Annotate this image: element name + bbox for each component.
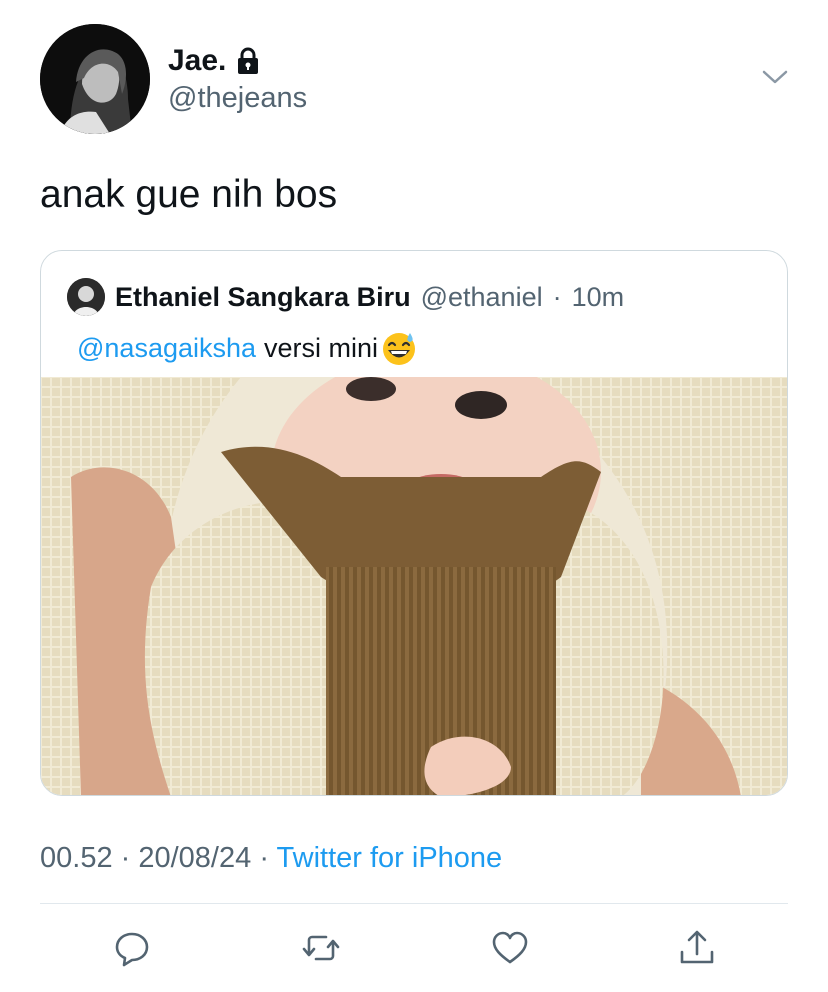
quoted-tweet-card[interactable]: Ethaniel Sangkara Biru @ethaniel · 10m @… bbox=[40, 250, 788, 796]
share-icon[interactable] bbox=[677, 928, 717, 968]
tweet-time: 00.52 bbox=[40, 842, 113, 874]
chevron-down-icon[interactable] bbox=[760, 66, 790, 88]
quoted-tweet-header: Ethaniel Sangkara Biru @ethaniel · 10m bbox=[67, 278, 624, 316]
dot-separator: · bbox=[259, 842, 277, 874]
heart-icon[interactable] bbox=[490, 928, 530, 968]
tweet-date: 20/08/24 bbox=[138, 842, 252, 874]
tweet-text: anak gue nih bos bbox=[40, 173, 338, 216]
quoted-author-handle: @ethaniel bbox=[420, 281, 543, 312]
reply-icon[interactable] bbox=[112, 928, 152, 968]
author-display-name[interactable]: Jae. bbox=[168, 44, 260, 78]
tweet-source-link[interactable]: Twitter for iPhone bbox=[277, 842, 503, 874]
author-avatar[interactable] bbox=[40, 24, 150, 134]
author-handle[interactable]: @thejeans bbox=[168, 82, 307, 115]
quoted-author-avatar bbox=[67, 278, 105, 316]
author-name-text[interactable]: Jae. bbox=[168, 44, 226, 78]
lock-icon bbox=[236, 47, 260, 75]
quoted-tweet-photo[interactable] bbox=[41, 377, 787, 795]
retweet-icon[interactable] bbox=[301, 928, 341, 968]
dot-separator: · bbox=[552, 281, 562, 312]
tweet-meta: 00.52 · 20/08/24 · Twitter for iPhone bbox=[40, 842, 502, 875]
mention-link[interactable]: @nasagaiksha bbox=[77, 333, 256, 364]
quoted-tweet-age: 10m bbox=[571, 281, 625, 312]
quoted-tweet-text: @nasagaiksha versi mini bbox=[77, 329, 418, 367]
dot-separator: · bbox=[120, 842, 139, 874]
quoted-tweet-text-body: versi mini bbox=[264, 332, 379, 363]
sweat-smile-emoji bbox=[380, 329, 418, 367]
quoted-author-name: Ethaniel Sangkara Biru bbox=[115, 281, 411, 312]
divider bbox=[40, 903, 788, 904]
